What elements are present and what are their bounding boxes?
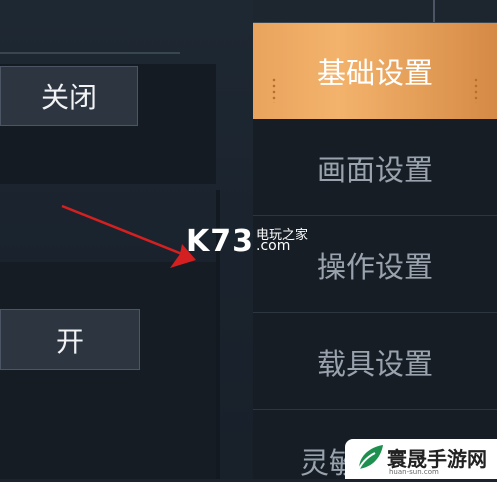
watermark-logo: K73 xyxy=(186,224,254,259)
site-logo: 寰晟手游网 huan-sun.com xyxy=(345,439,497,479)
leaf-logo-icon xyxy=(356,445,383,474)
logo-subtitle: huan-sun.com xyxy=(389,468,439,476)
watermark-domain: .com xyxy=(256,238,291,254)
watermark: K73 电玩之家 .com xyxy=(186,224,308,259)
